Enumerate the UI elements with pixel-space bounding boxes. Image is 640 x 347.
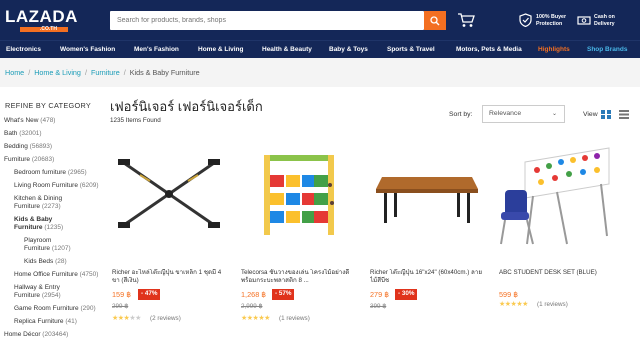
product-price: 1,268 ฿ <box>241 290 266 299</box>
product-price: 159 ฿ <box>112 290 131 299</box>
sort-value: Relevance <box>489 110 522 117</box>
list-view-icon[interactable] <box>619 110 629 119</box>
old-price: 399 ฿ <box>370 303 387 310</box>
sidebar-item-kids-baby-furniture[interactable]: Kids & Baby Furniture (1235) <box>14 216 63 232</box>
nav-sports-travel[interactable]: Sports & Travel <box>387 46 435 53</box>
rating-stars: ★★★★★ <box>241 315 270 322</box>
product-name[interactable]: Richer โต๊ะญี่ปุ่น 16"x24" (60x40cm.) ลา… <box>370 269 488 285</box>
product-card[interactable]: Richer โต๊ะญี่ปุ่น 16"x24" (60x40cm.) ลา… <box>366 128 488 343</box>
refine-heading: REFINE BY CATEGORY <box>5 101 92 110</box>
nav-highlights[interactable]: Highlights <box>538 46 570 53</box>
nav-motors-pets-media[interactable]: Motors, Pets & Media <box>456 46 522 53</box>
search-icon <box>430 15 440 25</box>
sort-label: Sort by: <box>449 111 473 118</box>
sidebar-item-home-decor[interactable]: Home Décor (203464) <box>4 331 68 339</box>
discount-badge: - 30% <box>395 289 418 300</box>
shield-icon <box>519 13 532 27</box>
logo-domain: .CO.TH <box>40 26 57 32</box>
nav-baby-toys[interactable]: Baby & Toys <box>329 46 368 53</box>
sidebar-item-living-room-furniture[interactable]: Living Room Furniture (6209) <box>14 182 99 190</box>
sidebar-item-hallway-entry[interactable]: Hallway & Entry Furniture (2954) <box>14 284 61 300</box>
sidebar-item-furniture[interactable]: Furniture (20683) <box>4 156 54 164</box>
nav-womens-fashion[interactable]: Women's Fashion <box>60 46 115 53</box>
sidebar-item-whats-new[interactable]: What's New (478) <box>4 117 55 125</box>
breadcrumb-home-living[interactable]: Home & Living <box>34 68 81 77</box>
product-image[interactable] <box>108 136 230 254</box>
sidebar-item-bedding[interactable]: Bedding (56893) <box>4 143 52 151</box>
cash-on-delivery-badge: Cash on Delivery <box>594 14 615 27</box>
rating-stars: ★★★★★ <box>112 315 141 322</box>
product-name[interactable]: ABC STUDENT DESK SET (BLUE) <box>499 269 617 285</box>
review-count: (1 reviews) <box>279 315 310 322</box>
breadcrumb: Home / Home & Living / Furniture / Kids & Baby… <box>5 68 200 77</box>
sidebar-item-home-office-furniture[interactable]: Home Office Furniture (4750) <box>14 271 98 279</box>
review-count: (1 reviews) <box>537 301 568 308</box>
student-desk-set-image <box>500 147 610 245</box>
nav-shop-brands[interactable]: Shop Brands <box>587 46 627 53</box>
review-count: (2 reviews) <box>150 315 181 322</box>
breadcrumb-separator: / <box>84 68 87 77</box>
view-label: View <box>583 111 598 118</box>
product-card[interactable]: Richer อะไหล่โต๊ะญี่ปุ่น ขาเหล็ก 1 ชุดมี… <box>108 128 230 343</box>
product-image[interactable] <box>495 136 617 254</box>
product-price: 279 ฿ <box>370 290 389 299</box>
search-input[interactable] <box>110 11 424 30</box>
sidebar-item-kids-beds[interactable]: Kids Beds (28) <box>24 258 67 266</box>
sidebar-item-bedroom-furniture[interactable]: Bedroom furniture (2965) <box>14 169 87 177</box>
nav-electronics[interactable]: Electronics <box>6 46 41 53</box>
search-button[interactable] <box>424 11 446 30</box>
nav-home-living[interactable]: Home & Living <box>198 46 244 53</box>
breadcrumb-separator: / <box>123 68 126 77</box>
sidebar-item-playroom-furniture[interactable]: Playroom Furniture (1207) <box>24 237 71 253</box>
product-image[interactable] <box>237 136 359 254</box>
nav-mens-fashion[interactable]: Men's Fashion <box>134 46 179 53</box>
old-price: 299 ฿ <box>112 303 129 310</box>
sidebar-item-game-room-furniture[interactable]: Game Room Furniture (290) <box>14 305 96 313</box>
breadcrumb-furniture[interactable]: Furniture <box>91 68 120 77</box>
search-box[interactable] <box>110 11 424 30</box>
buyer-protection-badge: 100% Buyer Protection <box>536 14 567 27</box>
discount-badge: - 57% <box>272 289 295 300</box>
product-price: 599 ฿ <box>499 290 518 299</box>
cart-icon[interactable] <box>457 12 475 28</box>
lazada-logo[interactable]: LAZADA <box>5 7 78 27</box>
nav-health-beauty[interactable]: Health & Beauty <box>262 46 312 53</box>
japanese-table-image <box>376 177 478 223</box>
breadcrumb-separator: / <box>28 68 31 77</box>
product-name[interactable]: Richer อะไหล่โต๊ะญี่ปุ่น ขาเหล็ก 1 ชุดมี… <box>112 269 230 285</box>
grid-view-icon[interactable] <box>601 110 611 119</box>
product-name[interactable]: Telecorsa ชั้นวางของเล่น โครงไม้อย่างดี … <box>241 269 359 285</box>
sidebar-item-kitchen-dining[interactable]: Kitchen & Dining Furniture (2273) <box>14 195 62 211</box>
sort-select[interactable]: Relevance ⌄ <box>482 105 565 123</box>
breadcrumb-bar: Home / Home & Living / Furniture / Kids & Baby… <box>0 58 640 87</box>
product-image[interactable] <box>366 136 488 254</box>
product-card[interactable]: ABC STUDENT DESK SET (BLUE) 599 ฿ ★★★★★ … <box>495 128 617 343</box>
toy-shelf-image <box>264 155 334 235</box>
table-legs-image <box>118 159 220 228</box>
page-title: เฟอร์นิเจอร์ เฟอร์นิเจอร์เด็ก <box>110 99 263 114</box>
rating-stars: ★★★★★ <box>499 301 528 308</box>
category-nav: Electronics Women's Fashion Men's Fashio… <box>0 40 640 58</box>
discount-badge: - 47% <box>138 289 161 300</box>
breadcrumb-home[interactable]: Home <box>5 68 24 77</box>
cash-icon <box>577 16 591 25</box>
sidebar-item-bath[interactable]: Bath (32001) <box>4 130 42 138</box>
old-price: 2,999 ฿ <box>241 303 263 310</box>
breadcrumb-current: Kids & Baby Furniture <box>129 68 200 77</box>
product-card[interactable]: Telecorsa ชั้นวางของเล่น โครงไม้อย่างดี … <box>237 128 359 343</box>
chevron-down-icon: ⌄ <box>551 111 557 117</box>
sidebar-item-replica-furniture[interactable]: Replica Furniture (41) <box>14 318 77 326</box>
items-found: 1235 Items Found <box>110 117 161 124</box>
